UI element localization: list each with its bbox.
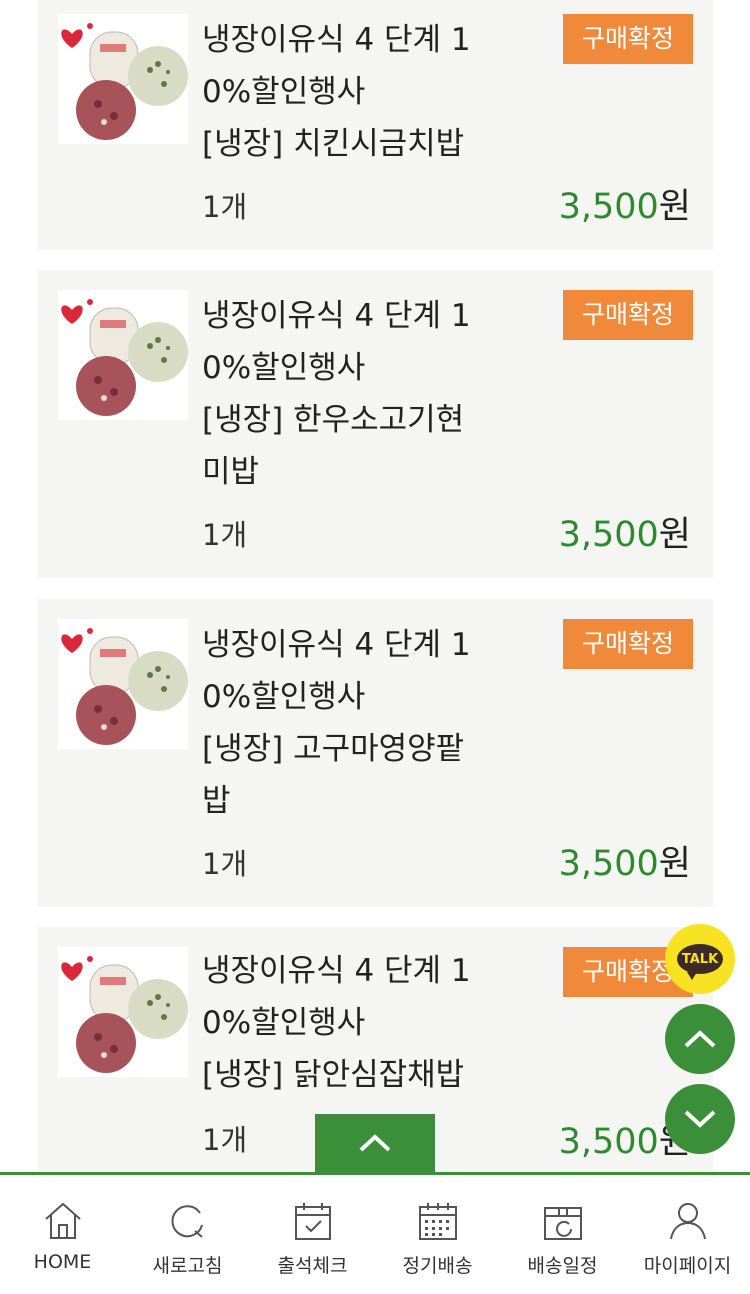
product-title-line[interactable]: [냉장] 한우소고기현 (202, 394, 464, 446)
nav-home[interactable]: HOME (0, 1175, 125, 1294)
order-item[interactable]: 냉장이유식 4 단계 1 0%할인행사 [냉장] 치킨시금치밥 구매확정 1개 … (38, 0, 713, 250)
product-image[interactable] (58, 14, 188, 144)
quantity-text: 1개 (202, 1123, 248, 1157)
nav-label: HOME (33, 1251, 92, 1273)
status-badge: 구매확정 (563, 290, 693, 340)
bottom-nav: HOME 새로고침 출석체크 정기배송 배송일정 마이페이지 (0, 1172, 750, 1294)
product-title-line[interactable]: [냉장] 치킨시금치밥 (202, 118, 464, 170)
nav-attendance[interactable]: 출석체크 (250, 1175, 375, 1294)
status-badge: 구매확정 (563, 619, 693, 669)
price-value: 3,500 (558, 515, 659, 555)
refresh-icon (170, 1205, 203, 1238)
quantity-text: 1개 (202, 190, 248, 224)
talk-bubble-icon: TALK (677, 944, 723, 980)
calendar-grid-icon (418, 1203, 457, 1240)
product-title-line[interactable]: [냉장] 닭안심잡채밥 (202, 1049, 464, 1101)
nav-label: 배송일정 (527, 1255, 598, 1277)
product-title-line[interactable]: 0%할인행사 (202, 342, 365, 394)
nav-refresh[interactable]: 새로고침 (125, 1175, 250, 1294)
order-item[interactable]: 냉장이유식 4 단계 1 0%할인행사 [냉장] 고구마영양팥 밥 구매확정 1… (38, 599, 713, 907)
chevron-up-icon (359, 1134, 391, 1152)
user-icon (669, 1203, 706, 1240)
product-title-line[interactable]: 냉장이유식 4 단계 1 (202, 619, 471, 671)
product-title-line[interactable]: 미밥 (202, 446, 259, 498)
calendar-check-icon (294, 1203, 331, 1240)
nav-label: 출석체크 (277, 1255, 348, 1277)
kakao-talk-button[interactable]: TALK (665, 924, 735, 994)
price-currency: 원 (658, 844, 691, 884)
product-image[interactable] (58, 947, 188, 1077)
nav-label: 새로고침 (152, 1255, 223, 1277)
chevron-down-icon (684, 1110, 716, 1128)
product-title-line[interactable]: 냉장이유식 4 단계 1 (202, 14, 471, 66)
home-icon (44, 1202, 81, 1239)
product-title-line[interactable]: 냉장이유식 4 단계 1 (202, 945, 471, 997)
product-title-line[interactable]: 밥 (202, 775, 231, 827)
product-title-line[interactable]: 0%할인행사 (202, 671, 365, 723)
product-image[interactable] (58, 290, 188, 420)
price-value: 3,500 (558, 187, 659, 227)
chevron-up-icon (684, 1030, 716, 1048)
quantity-text: 1개 (202, 847, 248, 881)
product-image[interactable] (58, 619, 188, 749)
scroll-top-tab[interactable] (315, 1114, 435, 1172)
product-title-line[interactable]: 0%할인행사 (202, 997, 365, 1049)
scroll-down-button[interactable] (665, 1084, 735, 1154)
scroll-up-button[interactable] (665, 1004, 735, 1074)
product-title-line[interactable]: [냉장] 고구마영양팥 (202, 723, 464, 775)
price-value: 3,500 (558, 1122, 659, 1162)
nav-regular-delivery[interactable]: 정기배송 (375, 1175, 500, 1294)
product-title-line[interactable]: 냉장이유식 4 단계 1 (202, 290, 471, 342)
product-title-line[interactable]: 0%할인행사 (202, 66, 365, 118)
price: 3,500원 (559, 178, 691, 229)
price-value: 3,500 (558, 844, 659, 884)
nav-delivery-schedule[interactable]: 배송일정 (500, 1175, 625, 1294)
delivery-box-icon (543, 1207, 582, 1240)
order-list: 냉장이유식 4 단계 1 0%할인행사 [냉장] 치킨시금치밥 구매확정 1개 … (0, 0, 750, 1172)
order-item[interactable]: 냉장이유식 4 단계 1 0%할인행사 [냉장] 한우소고기현 미밥 구매확정 … (38, 270, 713, 578)
nav-mypage[interactable]: 마이페이지 (625, 1175, 750, 1294)
price-currency: 원 (658, 515, 691, 555)
nav-label: 정기배송 (402, 1255, 473, 1277)
price: 3,500원 (559, 506, 691, 557)
price: 3,500원 (559, 835, 691, 886)
status-badge: 구매확정 (563, 14, 693, 64)
quantity-text: 1개 (202, 518, 248, 552)
nav-label: 마이페이지 (643, 1255, 732, 1277)
price-currency: 원 (658, 187, 691, 227)
